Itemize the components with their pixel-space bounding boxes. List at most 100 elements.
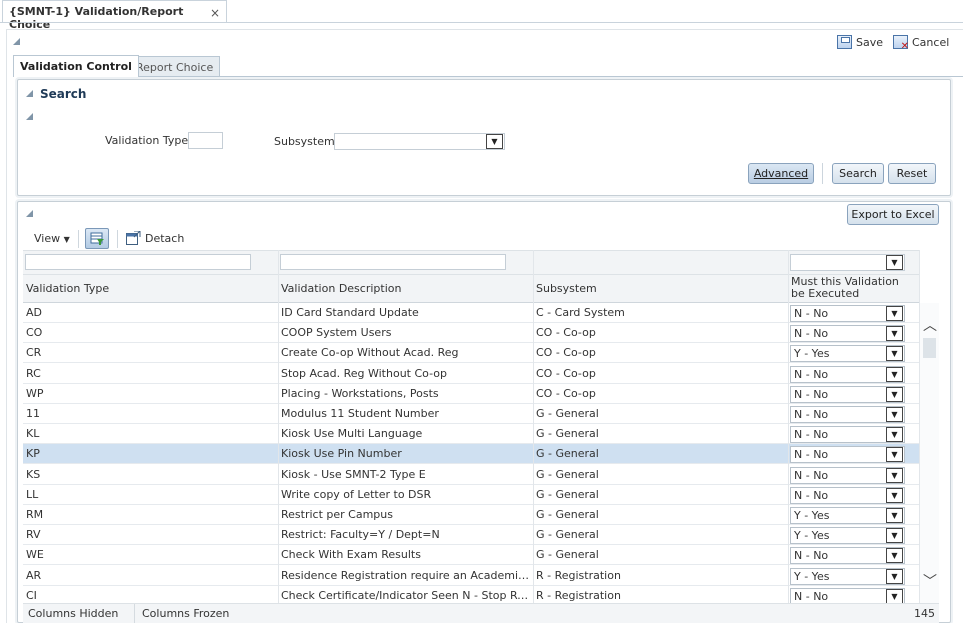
chevron-down-icon[interactable]: ▼: [886, 589, 903, 604]
column-divider: [278, 250, 279, 603]
chevron-down-icon[interactable]: ▼: [886, 508, 903, 523]
cell-subsystem: CO - Co-op: [536, 367, 596, 380]
executed-select[interactable]: N - No ▼: [790, 366, 905, 383]
tab-validation-control[interactable]: Validation Control: [13, 55, 139, 77]
column-header-executed[interactable]: Must this Validation be Executed: [791, 276, 916, 300]
chevron-down-icon[interactable]: ▼: [886, 346, 903, 361]
chevron-down-icon[interactable]: ▼: [886, 427, 903, 442]
vertical-scrollbar[interactable]: ︿ ﹀: [920, 303, 939, 603]
filter-icon: [90, 232, 104, 245]
column-header-validation-type[interactable]: Validation Type: [26, 282, 109, 295]
validation-type-input[interactable]: [188, 132, 223, 149]
table-row[interactable]: WP Placing - Workstations, Posts CO - Co-o…: [23, 384, 920, 404]
cell-subsystem: CO - Co-op: [536, 346, 596, 359]
document-tab[interactable]: {SMNT-1} Validation/Report Choice ×: [2, 0, 227, 31]
table-row[interactable]: CR Create Co-op Without Acad. Reg CO - Co-…: [23, 343, 920, 363]
cell-validation-description: Placing - Workstations, Posts: [281, 387, 439, 400]
search-options-icon[interactable]: [26, 113, 33, 120]
table-row[interactable]: WE Check With Exam Results G - General N - …: [23, 545, 920, 565]
executed-select[interactable]: Y - Yes ▼: [790, 568, 905, 585]
search-title: Search: [40, 87, 87, 101]
tab-label: Validation Control: [20, 60, 132, 73]
close-tab-icon[interactable]: ×: [210, 6, 220, 20]
save-icon: [837, 35, 852, 49]
scroll-thumb[interactable]: [923, 338, 936, 358]
table-row[interactable]: RC Stop Acad. Reg Without Co-op CO - Co-op…: [23, 364, 920, 384]
advanced-button[interactable]: Advanced: [748, 163, 814, 184]
cell-validation-description: Create Co-op Without Acad. Reg: [281, 346, 459, 359]
cell-subsystem: G - General: [536, 528, 599, 541]
table-row[interactable]: KS Kiosk - Use SMNT-2 Type E G - General N …: [23, 465, 920, 485]
scroll-up-icon[interactable]: ︿: [922, 315, 938, 335]
table-row[interactable]: KP Kiosk Use Pin Number G - General N - No ▼: [23, 444, 920, 464]
cancel-button[interactable]: Cancel: [893, 35, 949, 52]
cancel-icon: [893, 35, 909, 52]
executed-select[interactable]: N - No ▼: [790, 386, 905, 403]
executed-select[interactable]: N - No ▼: [790, 406, 905, 423]
cell-validation-description: Restrict per Campus: [281, 508, 393, 521]
subsystem-select[interactable]: ▼: [334, 133, 505, 150]
executed-select[interactable]: N - No ▼: [790, 305, 905, 322]
chevron-down-icon[interactable]: ▼: [886, 306, 903, 321]
filter-executed-select[interactable]: ▼: [790, 254, 905, 271]
executed-value: N - No: [794, 448, 829, 461]
chevron-down-icon[interactable]: ▼: [886, 367, 903, 382]
chevron-down-icon[interactable]: ▼: [886, 326, 903, 341]
executed-value: N - No: [794, 327, 829, 340]
chevron-down-icon[interactable]: ▼: [886, 528, 903, 543]
chevron-down-icon[interactable]: ▼: [886, 569, 903, 584]
chevron-down-icon[interactable]: ▼: [486, 134, 503, 149]
table-row[interactable]: KL Kiosk Use Multi Language G - General N -…: [23, 424, 920, 444]
cell-validation-description: Write copy of Letter to DSR: [281, 488, 432, 501]
cell-validation-description: Residence Registration require an Academ…: [281, 569, 530, 582]
save-button[interactable]: Save: [837, 35, 883, 49]
scroll-down-icon[interactable]: ﹀: [922, 571, 938, 591]
table-row[interactable]: 11 Modulus 11 Student Number G - General N …: [23, 404, 920, 424]
filter-validation-description[interactable]: [280, 254, 506, 270]
cell-validation-type: RC: [26, 367, 41, 380]
results-collapse-icon[interactable]: [26, 210, 33, 217]
validation-type-label: Validation Type: [105, 134, 189, 147]
search-button[interactable]: Search: [832, 163, 884, 184]
executed-select[interactable]: Y - Yes ▼: [790, 345, 905, 362]
table-row[interactable]: RM Restrict per Campus G - General Y - Yes ▼: [23, 505, 920, 525]
search-collapse-icon[interactable]: [26, 90, 33, 97]
executed-select[interactable]: N - No ▼: [790, 487, 905, 504]
view-menu[interactable]: View ▼: [34, 232, 70, 245]
filter-validation-type[interactable]: [25, 254, 251, 270]
cell-validation-type: LL: [26, 488, 39, 501]
executed-select[interactable]: N - No ▼: [790, 426, 905, 443]
table-row[interactable]: CO COOP System Users CO - Co-op N - No ▼: [23, 323, 920, 343]
chevron-down-icon[interactable]: ▼: [886, 488, 903, 503]
query-by-example-button[interactable]: [85, 228, 109, 249]
cell-validation-description: Check With Exam Results: [281, 548, 421, 561]
executed-select[interactable]: Y - Yes ▼: [790, 507, 905, 524]
cell-validation-description: Kiosk - Use SMNT-2 Type E: [281, 468, 426, 481]
chevron-down-icon[interactable]: ▼: [886, 447, 903, 462]
executed-select[interactable]: Y - Yes ▼: [790, 527, 905, 544]
table-row[interactable]: LL Write copy of Letter to DSR G - General…: [23, 485, 920, 505]
separator: [134, 604, 135, 623]
executed-select[interactable]: N - No ▼: [790, 325, 905, 342]
chevron-down-icon[interactable]: ▼: [886, 468, 903, 483]
chevron-down-icon[interactable]: ▼: [886, 548, 903, 563]
collapse-icon[interactable]: [13, 38, 20, 45]
detach-button[interactable]: Detach: [126, 231, 184, 245]
executed-value: Y - Yes: [794, 509, 830, 522]
table-row[interactable]: RV Restrict: Faculty=Y / Dept=N G - Genera…: [23, 525, 920, 545]
column-header-validation-description[interactable]: Validation Description: [281, 282, 401, 295]
export-excel-button[interactable]: Export to Excel: [847, 204, 939, 225]
executed-select[interactable]: N - No ▼: [790, 446, 905, 463]
chevron-down-icon[interactable]: ▼: [886, 255, 903, 270]
column-header-subsystem[interactable]: Subsystem: [536, 282, 597, 295]
table-row[interactable]: AD ID Card Standard Update C - Card System…: [23, 303, 920, 323]
column-divider: [533, 250, 534, 603]
cell-validation-description: Modulus 11 Student Number: [281, 407, 439, 420]
reset-button[interactable]: Reset: [888, 163, 936, 184]
executed-select[interactable]: N - No ▼: [790, 467, 905, 484]
chevron-down-icon[interactable]: ▼: [886, 387, 903, 402]
executed-select[interactable]: N - No ▼: [790, 547, 905, 564]
chevron-down-icon[interactable]: ▼: [886, 407, 903, 422]
tab-report-choice[interactable]: Report Choice: [129, 56, 221, 76]
table-row[interactable]: AR Residence Registration require an Acad…: [23, 566, 920, 586]
